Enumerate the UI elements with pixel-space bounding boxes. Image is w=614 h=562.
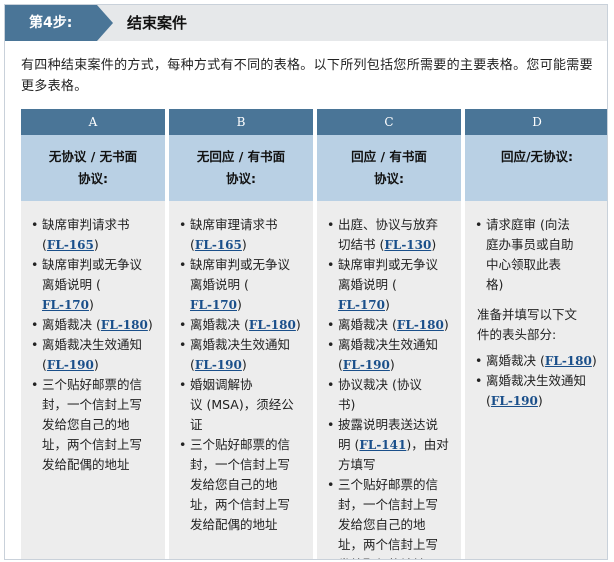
form-link-fl-180[interactable]: FL-180 [249,318,296,332]
step-panel: 第4步: 结束案件 有四种结束案件的方式，每种方式有不同的表格。以下所列包括您所… [4,4,608,560]
column-letter: A [21,109,165,135]
form-list: 缺席审判请求书(FL-165)缺席审判或无争议离婚说明 (FL-170)离婚裁决… [31,215,157,475]
list-item: 缺席审理请求书(FL-165) [179,215,305,255]
column-body: 请求庭审 (向法庭办事员或自助中心领取此表格) 准备并填写以下文件的表头部分: … [465,201,607,559]
form-list: 出庭、协议与放弃切结书 (FL-130)缺席审判或无争议离婚说明 (FL-170… [327,215,453,559]
form-link-fl-141[interactable]: FL-141 [359,438,406,452]
list-item: 出庭、协议与放弃切结书 (FL-130) [327,215,453,255]
intro-text: 有四种结束案件的方式，每种方式有不同的表格。以下所列包括您所需要的主要表格。您可… [21,58,593,94]
list-item: 协议裁决 (协议书) [327,375,453,415]
list-item: 离婚裁决 (FL-180) [179,315,305,335]
column-d: D 回应/无协议: 请求庭审 (向法庭办事员或自助中心领取此表格) 准备并填写以… [465,109,607,559]
column-note: 准备并填写以下文 件的表头部分: [477,307,578,342]
form-link-fl-190[interactable]: FL-190 [47,358,94,372]
form-link-fl-165[interactable]: FL-165 [47,238,94,252]
form-link-fl-165[interactable]: FL-165 [195,238,242,252]
form-link-fl-130[interactable]: FL-130 [384,238,431,252]
list-item: 缺席审判请求书(FL-165) [31,215,157,255]
list-item: 离婚裁决生效通知(FL-190) [31,335,157,375]
step-title: 结束案件 [127,14,188,32]
list-item: 离婚裁决生效通知(FL-190) [327,335,453,375]
step-header: 第4步: 结束案件 [5,5,607,41]
list-item: 三个贴好邮票的信封，一个信封上写发给您自己的地址，两个信封上写发给配偶的地址 [179,435,305,535]
column-a: A 无协议 / 无书面 协议: 缺席审判请求书(FL-165)缺席审判或无争议离… [21,109,165,559]
list-item: 离婚裁决生效通知(FL-190) [475,371,601,411]
list-item: 缺席审判或无争议离婚说明 (FL-170) [327,255,453,315]
form-link-fl-170[interactable]: FL-170 [42,298,89,312]
list-item: 三个贴好邮票的信封，一个信封上写发给您自己的地址，两个信封上写发给配偶的地址 [31,375,157,475]
form-link-fl-170[interactable]: FL-170 [338,298,385,312]
column-letter: C [317,109,461,135]
form-link-fl-190[interactable]: FL-190 [195,358,242,372]
column-subtitle: 无回应 / 有书面 协议: [169,135,313,201]
column-body: 缺席审理请求书(FL-165)缺席审判或无争议离婚说明 (FL-170)离婚裁决… [169,201,313,559]
list-item: 缺席审判或无争议离婚说明 (FL-170) [31,255,157,315]
column-body: 缺席审判请求书(FL-165)缺席审判或无争议离婚说明 (FL-170)离婚裁决… [21,201,165,559]
list-item: 婚姻调解协议 (MSA)，须经公证 [179,375,305,435]
list-item: 离婚裁决生效通知(FL-190) [179,335,305,375]
column-b: B 无回应 / 有书面 协议: 缺席审理请求书(FL-165)缺席审判或无争议离… [169,109,313,559]
form-link-fl-170[interactable]: FL-170 [190,298,237,312]
list-item: 缺席审判或无争议离婚说明 (FL-170) [179,255,305,315]
column-c: C 回应 / 有书面 协议: 出庭、协议与放弃切结书 (FL-130)缺席审判或… [317,109,461,559]
form-link-fl-190[interactable]: FL-190 [343,358,390,372]
form-list: 离婚裁决 (FL-180)离婚裁决生效通知(FL-190) [475,351,601,411]
list-item: 离婚裁决 (FL-180) [475,351,601,371]
form-list: 请求庭审 (向法庭办事员或自助中心领取此表格) [475,215,601,295]
list-item: 离婚裁决 (FL-180) [327,315,453,335]
form-link-fl-190[interactable]: FL-190 [491,394,538,408]
list-item: 离婚裁决 (FL-180) [31,315,157,335]
step-number-label: 第4步: [5,5,113,41]
list-item: 请求庭审 (向法庭办事员或自助中心领取此表格) [475,215,601,295]
form-link-fl-180[interactable]: FL-180 [545,354,592,368]
column-letter: D [465,109,607,135]
form-list: 缺席审理请求书(FL-165)缺席审判或无争议离婚说明 (FL-170)离婚裁决… [179,215,305,535]
column-body: 出庭、协议与放弃切结书 (FL-130)缺席审判或无争议离婚说明 (FL-170… [317,201,461,559]
column-subtitle: 无协议 / 无书面 协议: [21,135,165,201]
form-link-fl-180[interactable]: FL-180 [397,318,444,332]
list-item: 披露说明表送达说明 (FL-141)，由对方填写 [327,415,453,475]
column-subtitle: 回应/无协议: [465,135,607,201]
column-letter: B [169,109,313,135]
list-item: 三个贴好邮票的信封，一个信封上写发给您自己的地址，两个信封上写发给配偶的地址 [327,475,453,559]
column-subtitle: 回应 / 有书面 协议: [317,135,461,201]
form-link-fl-180[interactable]: FL-180 [101,318,148,332]
